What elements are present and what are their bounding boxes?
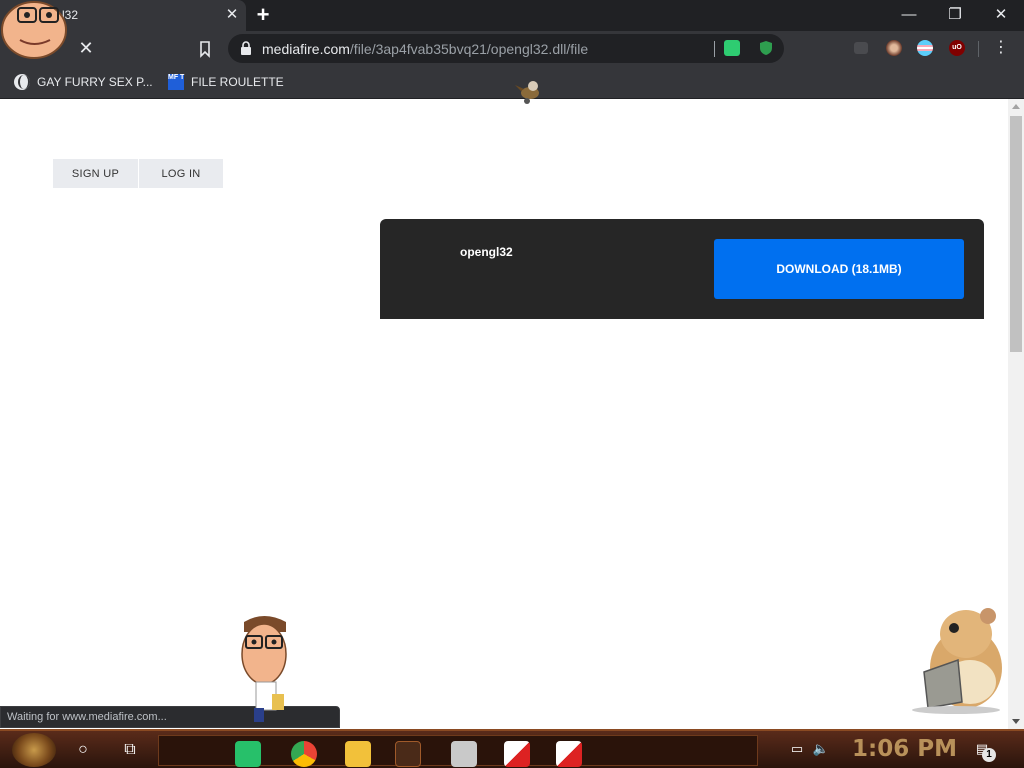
new-tab-button[interactable]: +: [252, 3, 274, 27]
lock-icon: [241, 41, 251, 55]
window-close-button[interactable]: ✕: [978, 0, 1024, 31]
flying-bird-sprite: [515, 81, 539, 104]
address-bar[interactable]: mediafire.com/file/3ap4fvab35bvq21/openg…: [228, 34, 784, 63]
toolbar-divider: [978, 41, 979, 57]
chat-extension-icon[interactable]: [724, 40, 740, 56]
cartoon-man-head-sprite: [1, 1, 67, 59]
url-host: mediafire.com: [262, 41, 350, 57]
stop-loading-button[interactable]: ✕: [73, 36, 99, 60]
tab-close-icon[interactable]: ✕: [224, 6, 240, 24]
scroll-up-arrow-icon[interactable]: [1012, 104, 1020, 109]
download-button[interactable]: DOWNLOAD (18.1MB): [714, 239, 964, 299]
browser-title-bar: l32 ✕ + — ❐ ✕: [0, 0, 1024, 31]
hamster-reading-sprite: [912, 608, 1002, 714]
taskbar-apps: [158, 735, 758, 767]
profile-extension-icon[interactable]: [886, 40, 902, 56]
volume-muted-icon[interactable]: 🔈: [812, 741, 830, 757]
bookmark-item-file-roulette[interactable]: MF T FILE ROULETTE: [168, 72, 284, 92]
sign-up-button[interactable]: SIGN UP: [53, 159, 139, 188]
game-app-icon[interactable]: [395, 741, 421, 767]
browser-menu-button[interactable]: ⋮: [992, 38, 1010, 58]
auth-buttons: SIGN UP LOG IN: [53, 159, 224, 188]
log-in-button[interactable]: LOG IN: [139, 159, 224, 188]
restore-button[interactable]: ❐: [932, 0, 978, 31]
bookmark-icon[interactable]: [196, 40, 214, 58]
taskbar-clock[interactable]: 1:06 PM: [852, 736, 957, 762]
notifications-badge: 1: [982, 748, 996, 762]
chat-app-icon[interactable]: [235, 741, 261, 767]
omnibox-divider: [714, 41, 715, 57]
mf-icon: MF T: [168, 74, 184, 90]
page-content: SIGN UP LOG IN opengl32 DOWNLOAD (18.1MB…: [0, 99, 1008, 729]
cards-app-icon-2[interactable]: [556, 741, 582, 767]
bookmark-label: FILE ROULETTE: [191, 75, 284, 89]
shield-extension-icon[interactable]: [758, 40, 774, 56]
url-path: /file/3ap4fvab35bvq21/opengl32.dll/file: [349, 41, 589, 57]
network-icon[interactable]: ▭: [788, 741, 806, 757]
extension-icon[interactable]: [854, 42, 868, 54]
scroll-down-arrow-icon[interactable]: [1012, 719, 1020, 724]
chrome-app-icon[interactable]: [291, 741, 317, 767]
mask-app-icon[interactable]: [451, 741, 477, 767]
flag-extension-icon[interactable]: [917, 40, 933, 56]
browser-toolbar: ← ✕ mediafire.com/file/3ap4fvab35bvq21/o…: [0, 31, 1024, 66]
start-button[interactable]: [12, 733, 56, 767]
cards-app-icon[interactable]: [504, 741, 530, 767]
task-view-button[interactable]: ⧉: [116, 736, 144, 764]
download-card: opengl32 DOWNLOAD (18.1MB): [380, 219, 984, 319]
cartoon-man-sprite: [241, 616, 287, 722]
bookmark-item[interactable]: GAY FURRY SEX P...: [14, 72, 153, 92]
minimize-button[interactable]: —: [886, 0, 932, 31]
globe-icon: [14, 74, 30, 90]
file-explorer-app-icon[interactable]: [345, 741, 371, 767]
page-scrollbar[interactable]: [1008, 99, 1024, 729]
file-name: opengl32: [460, 245, 513, 259]
bookmark-label: GAY FURRY SEX P...: [37, 75, 153, 89]
cortana-button[interactable]: ○: [69, 736, 97, 764]
scrollbar-thumb[interactable]: [1010, 116, 1022, 352]
ublock-extension-icon[interactable]: uO: [949, 40, 965, 56]
bookmarks-bar: GAY FURRY SEX P... MF T FILE ROULETTE: [0, 66, 1024, 99]
windows-taskbar: ○ ⧉ ▭ 🔈 1:06 PM ▤ 1: [0, 729, 1024, 768]
url-text[interactable]: mediafire.com/file/3ap4fvab35bvq21/openg…: [262, 41, 588, 57]
